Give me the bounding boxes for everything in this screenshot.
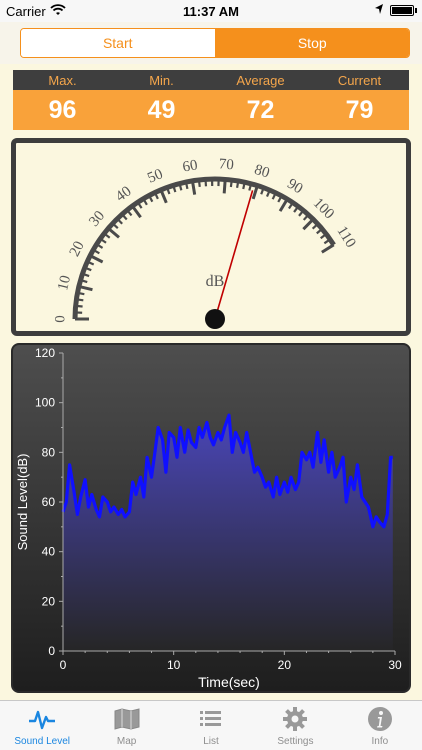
gauge-tick — [197, 179, 201, 188]
tab-settings[interactable]: Settings — [253, 701, 337, 750]
chart-x-axis-label: Time(sec) — [198, 674, 260, 690]
gauge-arc — [72, 176, 336, 320]
gauge-unit-label: dB — [206, 273, 225, 290]
chart-y-tick-label: 0 — [48, 644, 55, 658]
location-arrow-icon — [374, 3, 384, 18]
gauge-tick — [131, 205, 142, 219]
gauge-tick — [76, 298, 84, 302]
stat-header-average: Average — [236, 72, 285, 88]
gauge-tick — [89, 254, 104, 264]
battery-icon — [390, 5, 414, 16]
gauge-tick — [222, 179, 227, 194]
gauge-tick — [75, 304, 83, 308]
list-icon — [196, 704, 226, 734]
chart-plot: 0 20 40 60 80 100 120 0 10 20 30 Time(sec) Sound … — [15, 346, 402, 690]
stat-value-min: 49 — [147, 95, 176, 124]
tab-map[interactable]: Map — [84, 701, 168, 750]
gauge-scale-label: 90 — [284, 176, 305, 197]
gauge-tick — [229, 179, 233, 188]
gauge-scale-label: 20 — [67, 239, 88, 260]
status-time: 11:37 AM — [183, 4, 239, 19]
chart-y-axis-label: Sound Level(dB) — [15, 454, 30, 551]
gauge-scale-label: 30 — [86, 208, 108, 230]
chart-x-tick-label: 0 — [60, 658, 67, 672]
stat-value-max: 96 — [48, 95, 77, 124]
gauge-scale-label: 60 — [181, 157, 198, 175]
gauge-scale-label: 40 — [113, 183, 135, 205]
gauge-tick — [236, 180, 240, 189]
gauge-scale-label: 80 — [252, 162, 271, 182]
stat-value-current: 79 — [345, 95, 374, 124]
chart-x-tick-label: 10 — [167, 658, 181, 672]
gauge-scale-label: 110 — [333, 224, 358, 251]
battery-tip — [415, 8, 417, 13]
chart-y-tick-label: 100 — [35, 396, 55, 410]
gauge-scale-label: 10 — [55, 274, 74, 292]
gauge-tick — [278, 198, 289, 212]
chart-x-tick-label: 20 — [278, 658, 292, 672]
gauge-tick — [107, 227, 120, 239]
tab-list[interactable]: List — [169, 701, 253, 750]
chart-y-tick-label: 40 — [42, 545, 56, 559]
chart-y-ticks: 0 20 40 60 80 100 120 — [35, 346, 63, 658]
gauge-tick — [184, 181, 189, 190]
chart-y-tick-label: 60 — [42, 495, 56, 509]
stat-header-current: Current — [337, 72, 382, 88]
stat-value-average: 72 — [246, 95, 275, 124]
gauge-tick — [251, 185, 259, 200]
chart-y-tick-label: 120 — [35, 346, 55, 360]
stats-panel: Max. Min. Average Current 96 49 72 79 — [13, 70, 409, 130]
chart-x-ticks: 0 10 20 30 — [60, 651, 402, 672]
top-toolbar: Start Stop — [0, 22, 422, 64]
map-icon — [112, 704, 142, 734]
gauge-tick — [77, 291, 85, 296]
tab-bar: Sound Level Map List Settings Info — [0, 700, 422, 750]
gauge-tick — [242, 181, 246, 190]
info-icon — [365, 704, 395, 734]
chart-x-tick-label: 30 — [388, 658, 402, 672]
gauge-scale-label: 70 — [218, 156, 234, 173]
stats-header-row: Max. Min. Average Current — [13, 70, 409, 90]
tab-label: Info — [371, 736, 389, 747]
gauge-tick — [78, 284, 93, 292]
sound-level-chart: 0 20 40 60 80 100 120 0 10 20 30 Time(sec) Sound … — [11, 343, 411, 693]
db-meter-gauge: 0 10 20 30 40 50 60 70 80 90 100 110 dB — [11, 138, 411, 336]
gauge-scale-label: 0 — [52, 315, 68, 323]
gear-icon — [280, 704, 310, 734]
start-stop-segmented-control: Start Stop — [20, 28, 410, 58]
tab-label: List — [203, 736, 219, 747]
gauge-tick — [321, 243, 335, 254]
tab-label: Map — [116, 736, 137, 747]
stat-header-min: Min. — [149, 72, 174, 88]
tab-label: Settings — [277, 736, 314, 747]
tab-label: Sound Level — [14, 736, 70, 747]
tab-sound-level[interactable]: Sound Level — [0, 701, 84, 750]
stat-header-max: Max. — [48, 72, 77, 88]
gauge-needle — [214, 190, 254, 320]
chart-area-fill — [63, 415, 393, 651]
status-bar: Carrier 11:37 AM — [0, 0, 422, 22]
stop-button[interactable]: Stop — [215, 29, 409, 57]
waveform-icon — [27, 704, 57, 734]
gauge-scale-label: 50 — [145, 166, 165, 187]
chart-y-tick-label: 20 — [42, 594, 56, 608]
gauge-dial: 01020304050 60 70 8090100110 dB — [52, 156, 359, 329]
tab-info[interactable]: Info — [338, 701, 422, 750]
gauge-ticks — [75, 179, 335, 321]
gauge-tick — [159, 189, 168, 204]
gauge-tick — [302, 218, 315, 231]
stats-value-row: 96 49 72 79 — [13, 90, 409, 130]
chart-y-tick-label: 80 — [42, 445, 56, 459]
gauge-pivot — [205, 309, 225, 329]
start-button[interactable]: Start — [21, 29, 216, 57]
